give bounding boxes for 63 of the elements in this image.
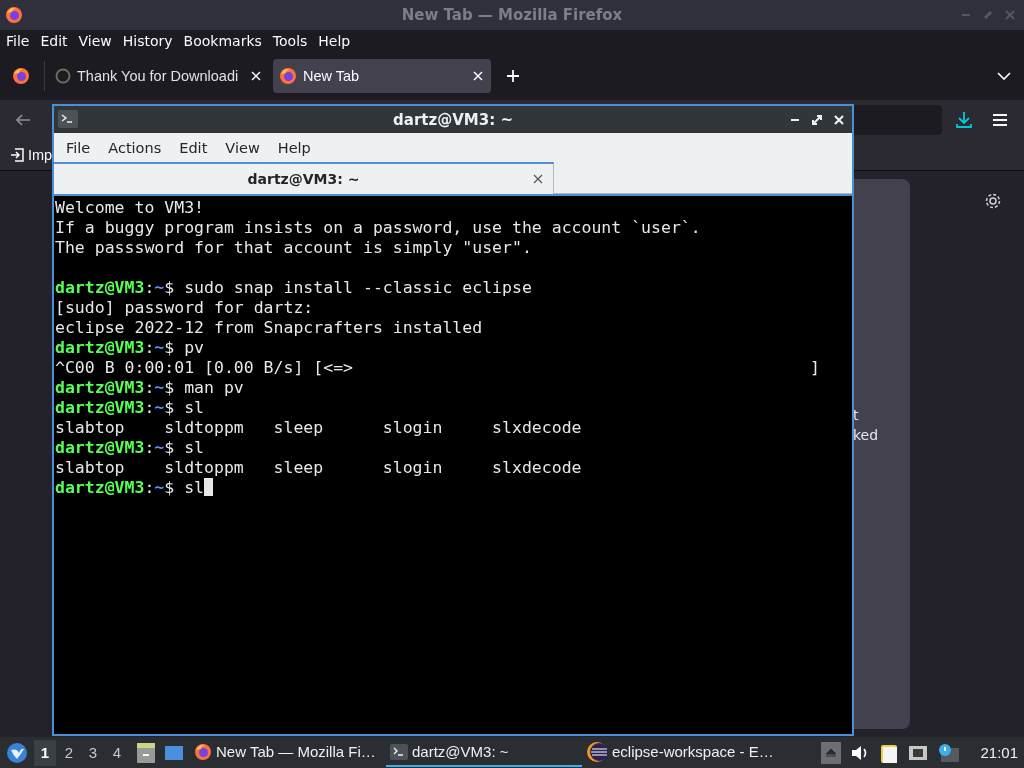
notification-icon[interactable]	[937, 742, 960, 763]
terminal-line: [sudo] password for dartz:	[55, 298, 314, 318]
file-cabinet-icon[interactable]	[136, 741, 156, 764]
menu-item[interactable]: View	[216, 139, 269, 156]
terminal-line: dartz@VM3:~$ sl	[55, 398, 204, 418]
desktop-icon[interactable]	[164, 743, 184, 762]
browser-logo-icon[interactable]	[12, 67, 30, 85]
import-icon	[9, 147, 25, 163]
window-title: dartz@VM3: ~	[393, 110, 513, 129]
eclipse-logo-icon	[586, 740, 608, 763]
menu-item[interactable]: Help	[314, 33, 355, 49]
taskbar-button[interactable]: eclipse-workspace - E…	[582, 738, 778, 767]
terminal-line: dartz@VM3:~$ sl	[55, 478, 204, 497]
download-icon[interactable]	[954, 110, 974, 130]
menu-item[interactable]: File	[2, 33, 34, 49]
terminal-line: Welcome to VM3!	[55, 198, 204, 218]
card-text: ked	[853, 427, 880, 443]
terminal-line: eclipse 2022-12 from Snapcrafters installed	[55, 318, 483, 338]
terminal-line: dartz@VM3:~$ sl	[55, 438, 204, 458]
browser-logo-icon	[5, 6, 23, 24]
menu-item[interactable]: Edit	[36, 33, 72, 49]
menu-item[interactable]: Bookmarks	[179, 33, 266, 49]
eject-icon[interactable]	[821, 741, 842, 764]
workspace-button[interactable]: 3	[82, 739, 104, 766]
terminal-line: dartz@VM3:~$ man pv	[55, 378, 244, 398]
menu-item[interactable]: File	[57, 139, 100, 156]
menu-item[interactable]: History	[118, 33, 177, 49]
terminal-tab[interactable]: dartz@VM3: ~	[54, 162, 554, 194]
settings-icon[interactable]	[984, 192, 1002, 210]
network-port-icon[interactable]	[908, 743, 929, 762]
menu-item[interactable]: Edit	[170, 139, 217, 156]
menu-item[interactable]: Help	[268, 139, 320, 156]
close-icon[interactable]	[471, 69, 485, 83]
taskbar-button[interactable]: New Tab — Mozilla Fi…	[190, 738, 386, 767]
address-field[interactable]	[852, 105, 942, 135]
terminal-line: The passsword for that account is simply "user".	[55, 238, 532, 258]
terminal-icon	[390, 743, 408, 760]
close-icon[interactable]	[531, 172, 545, 186]
window-title: New Tab — Mozilla Firefox	[401, 6, 623, 24]
browser-tab[interactable]: Thank You for Downloadi	[49, 59, 269, 93]
menu-item[interactable]: View	[74, 33, 116, 49]
taskbar-button[interactable]: dartz@VM3: ~	[386, 738, 582, 767]
browser-tab[interactable]: New Tab	[273, 59, 491, 93]
close-icon[interactable]	[249, 69, 263, 83]
plus-icon[interactable]	[505, 68, 521, 84]
menu-item[interactable]: Tools	[268, 33, 312, 49]
workspace-button[interactable]: 1	[34, 739, 56, 766]
start-menu-icon[interactable]	[6, 741, 28, 764]
browser-logo-icon	[279, 67, 297, 85]
workspace-button[interactable]: 2	[58, 739, 80, 766]
terminal-line: dartz@VM3:~$ sudo snap install --classic eclipse	[55, 278, 532, 298]
terminal-line: slabtop sldtoppm sleep slogin slxdecode	[55, 418, 582, 438]
terminal-icon	[58, 110, 78, 128]
bookmark-item[interactable]: Imp	[28, 147, 53, 163]
browser-logo-icon	[194, 742, 212, 761]
card-text: t	[853, 407, 860, 423]
menu-item[interactable]: Actions	[99, 139, 171, 156]
clock[interactable]: 21:01	[980, 744, 1018, 761]
terminal-line: slabtop sldtoppm sleep slogin slxdecode	[55, 458, 582, 478]
terminal-line: If a buggy program insists on a password, use the account `user`.	[55, 218, 701, 238]
terminal-line: dartz@VM3:~$ pv	[55, 338, 204, 358]
workspace-button[interactable]: 4	[106, 739, 128, 766]
terminal-line: ^C00 B 0:00:01 [0.00 B/s] [<=> ]	[55, 358, 820, 378]
